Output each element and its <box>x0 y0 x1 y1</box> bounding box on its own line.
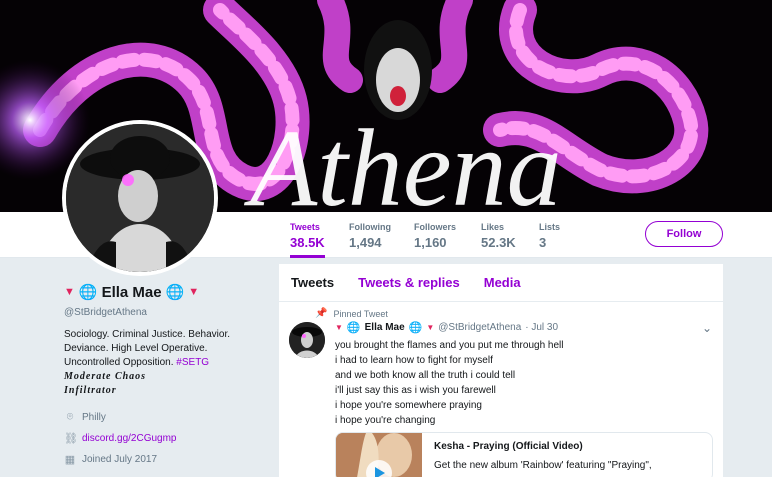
stat-tweets[interactable]: Tweets 38.5K <box>290 212 325 258</box>
triangle-down-icon: ▼ <box>188 286 200 298</box>
calendar-icon: ▦ <box>64 453 76 466</box>
stat-tweets-label: Tweets <box>290 222 320 232</box>
profile-bio: Sociology. Criminal Justice. Behavior. D… <box>64 328 264 398</box>
timeline-tabs: Tweets Tweets & replies Media <box>279 264 723 302</box>
profile-joined: ▦ Joined July 2017 <box>64 452 264 466</box>
profile-card: ▼ 🌐 Ella Mae 🌐 ▼ @StBridgetAthena Sociol… <box>64 280 264 466</box>
tweet-line: i had to learn how to fight for myself <box>335 355 493 366</box>
profile-handle[interactable]: @StBridgetAthena <box>64 307 264 318</box>
profile-link[interactable]: discord.gg/2CGugmp <box>82 433 177 444</box>
stat-following-value: 1,494 <box>349 235 382 250</box>
stat-following-label: Following <box>349 222 391 232</box>
profile-name[interactable]: Ella Mae <box>102 284 162 301</box>
joined-text: Joined July 2017 <box>82 453 158 465</box>
stat-likes[interactable]: Likes 52.3K <box>481 212 516 258</box>
triangle-down-icon: ▼ <box>426 323 435 332</box>
link-card[interactable]: Kesha - Praying (Official Video) Get the… <box>335 432 713 477</box>
bio-line: Deviance. High Level Operative. <box>64 343 208 354</box>
pin-icon: 📌 <box>315 308 328 319</box>
banner-title: Athena <box>243 107 562 212</box>
avatar-image <box>66 124 214 272</box>
stat-likes-value: 52.3K <box>481 235 516 250</box>
location-text: Philly <box>82 411 106 423</box>
triangle-down-icon: ▼ <box>64 286 75 298</box>
stat-followers[interactable]: Followers 1,160 <box>414 212 456 258</box>
bio-line: Uncontrolled Opposition. #SETG <box>64 356 264 370</box>
tweet-header: ▼ 🌐 Ella Mae 🌐 ▼ @StBridgetAthena · Jul … <box>335 321 558 334</box>
profile-avatar[interactable] <box>62 120 218 276</box>
tab-tweets-replies[interactable]: Tweets & replies <box>358 275 460 290</box>
tweet-line: and we both know all the truth i could t… <box>335 370 516 381</box>
timeline: Tweets Tweets & replies Media 📌 Pinned T… <box>279 264 723 477</box>
tweet-author-name[interactable]: Ella Mae <box>365 322 405 333</box>
bio-deco: Moderate Chaos <box>64 371 147 382</box>
tweet-avatar[interactable] <box>289 322 325 358</box>
stat-followers-value: 1,160 <box>414 235 447 250</box>
globe-icon: 🌐 <box>78 284 98 301</box>
globe-icon: 🌐 <box>165 284 185 301</box>
stat-lists-value: 3 <box>539 235 547 250</box>
stat-followers-label: Followers <box>414 222 457 232</box>
card-description: Get the new album 'Rainbow' featuring "P… <box>434 460 652 471</box>
tweet-avatar-image <box>289 322 325 358</box>
tweet-line: i'll just say this as i wish you farewel… <box>335 385 496 396</box>
location-pin-icon: ⌾ <box>66 410 74 423</box>
bio-deco: Infiltrator <box>64 385 117 396</box>
globe-icon: 🌐 <box>346 322 361 334</box>
bio-line-text: Uncontrolled Opposition. <box>64 357 174 368</box>
pinned-indicator: 📌 Pinned Tweet <box>315 308 388 319</box>
tweet-author-handle[interactable]: @StBridgetAthena <box>438 322 521 333</box>
tab-tweets[interactable]: Tweets <box>291 275 334 290</box>
triangle-down-icon: ▼ <box>335 323 343 332</box>
card-thumbnail <box>336 433 422 477</box>
follow-button[interactable]: Follow <box>645 221 723 247</box>
video-thumbnail-image <box>336 433 422 477</box>
profile-location: ⌾ Philly <box>64 410 264 424</box>
profile-url[interactable]: ⛓ discord.gg/2CGugmp <box>64 431 264 445</box>
stat-tweets-value: 38.5K <box>290 235 325 250</box>
bio-line: Sociology. Criminal Justice. Behavior. <box>64 329 230 340</box>
stat-likes-label: Likes <box>481 222 505 232</box>
tab-media[interactable]: Media <box>484 275 521 290</box>
tweet-line: i hope you're changing <box>335 415 436 426</box>
pinned-label: Pinned Tweet <box>333 308 388 319</box>
stat-following[interactable]: Following 1,494 <box>349 212 391 258</box>
profile-name-row: ▼ 🌐 Ella Mae 🌐 ▼ <box>64 280 264 304</box>
card-title: Kesha - Praying (Official Video) <box>434 441 583 452</box>
link-icon: ⛓ <box>64 432 78 445</box>
hashtag-link[interactable]: #SETG <box>176 357 209 368</box>
tweet-date[interactable]: · Jul 30 <box>525 322 558 333</box>
stat-lists-label: Lists <box>539 222 561 232</box>
globe-icon: 🌐 <box>408 322 423 334</box>
tweet-line: you brought the flames and you put me th… <box>335 340 564 351</box>
chevron-down-icon[interactable]: ⌄ <box>702 321 712 335</box>
stat-lists[interactable]: Lists 3 <box>539 212 560 258</box>
tweet-line: i hope you're somewhere praying <box>335 400 482 411</box>
tweet-text: you brought the flames and you put me th… <box>335 338 563 428</box>
